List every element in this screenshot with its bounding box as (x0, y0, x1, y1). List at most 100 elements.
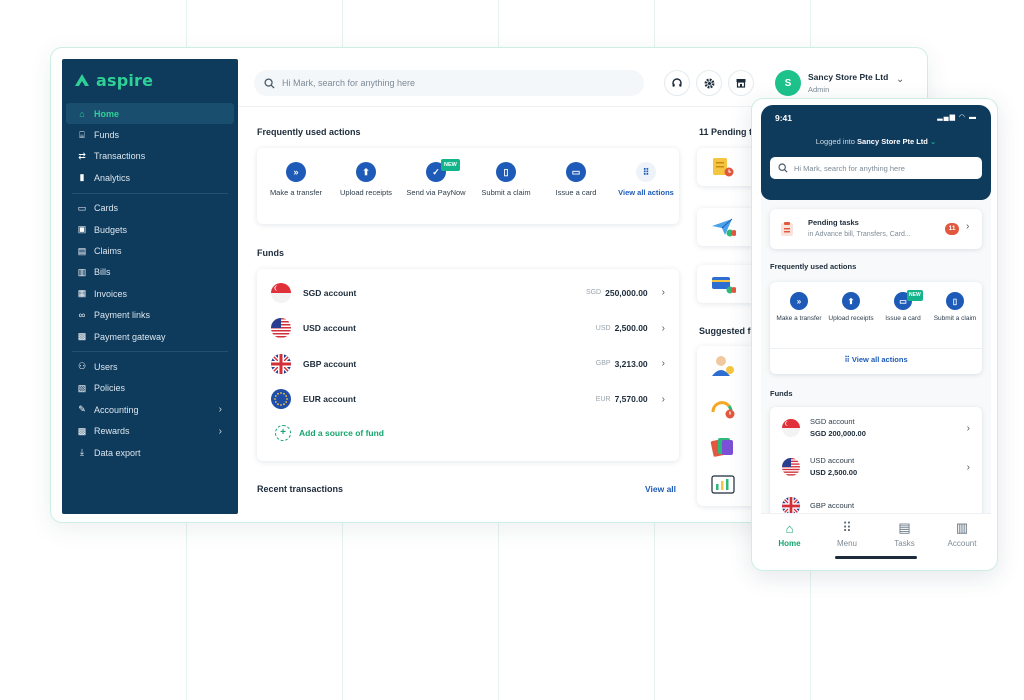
actions-title: Frequently used actions (257, 127, 361, 137)
wallet-icon: ▣ (77, 224, 87, 235)
sidebar-item-rewards[interactable]: ▩ Rewards › (66, 420, 234, 441)
user-role: Admin (808, 85, 830, 94)
search-icon (264, 77, 275, 89)
tab-label: Home (778, 539, 801, 548)
chevron-down-icon[interactable]: ⌄ (896, 74, 904, 85)
logged-prefix: Logged into (815, 137, 855, 146)
fund-row-gbp[interactable]: GBP account GBP 3,213.00 › (271, 346, 665, 381)
sidebar-item-label: Policies (94, 383, 126, 394)
tab-account[interactable]: ▥ Account (934, 520, 991, 548)
pending-task-card[interactable] (697, 148, 757, 186)
sidebar-item-label: Budgets (94, 224, 128, 235)
view-all-transactions-link[interactable]: View all (645, 484, 676, 494)
tasks-icon: ▤ (898, 520, 911, 535)
tab-home[interactable]: ⌂ Home (761, 520, 818, 549)
fund-row-usd[interactable]: USD account USD 2,500.00 › (271, 311, 665, 346)
bar-chart-icon: ▮ (79, 172, 85, 183)
mobile-action-make-a-transfer[interactable]: » Make a transfer (774, 292, 824, 323)
pending-tasks-card[interactable]: Pending tasks in Advance bill, Transfers… (770, 209, 982, 249)
fund-currency: SGD (585, 289, 602, 296)
sidebar-item-users[interactable]: ⚇ Users (66, 356, 234, 377)
logo[interactable]: aspire (74, 71, 153, 90)
mobile-actions-card: ⠿ View all actions » Make a transfer ⬆ Uplo… (770, 282, 982, 374)
tab-menu[interactable]: ⠿ Menu (819, 520, 876, 548)
store-icon (736, 79, 746, 88)
mobile-fund-row[interactable]: SGD account SGD 200,000.00 › (782, 409, 970, 447)
action-make-a-transfer[interactable]: » Make a transfer (265, 162, 327, 198)
suggested-card (697, 346, 757, 506)
action-label: Make a transfer (269, 188, 323, 197)
store-button[interactable] (728, 70, 754, 96)
action-icon: » (790, 292, 808, 310)
sidebar-item-label: Claims (94, 246, 122, 257)
sidebar-item-home[interactable]: ⌂ Home (66, 103, 234, 125)
settings-button[interactable] (696, 70, 722, 96)
action-send-via-paynow[interactable]: ✓ NEW Send via PayNow (405, 159, 467, 198)
nav-divider (72, 351, 228, 353)
actions-card: » Make a transfer ⬆ Upload receipts ✓ NEW Send… (257, 148, 679, 224)
fund-row-sgd[interactable]: SGD account SGD 250,000.00 › (271, 275, 665, 310)
sidebar-item-label: Rewards (94, 426, 130, 437)
support-button[interactable] (664, 70, 690, 96)
action-label: Upload receipts (339, 188, 393, 197)
sidebar-item-transactions[interactable]: ⇄ Transactions (66, 146, 234, 167)
mobile-search-input[interactable]: Hi Mark, search for anything here (770, 157, 982, 179)
cards-stack-icon (710, 438, 733, 457)
action-view-all-actions[interactable]: ⠿ View all actions (615, 162, 677, 198)
company-name[interactable]: Sancy Store Pte Ltd (808, 72, 888, 82)
sidebar-item-budgets[interactable]: ▣ Budgets (66, 219, 234, 240)
fund-account-name: GBP account (303, 358, 357, 369)
action-label: Issue a card (885, 315, 921, 322)
gear-icon (704, 78, 714, 88)
search-input[interactable]: Hi Mark, search for anything here (254, 70, 644, 96)
avatar[interactable]: S (775, 70, 801, 96)
policy-icon: ▧ (77, 382, 87, 393)
sidebar-item-payment-links[interactable]: ∞ Payment links (66, 305, 234, 326)
fund-currency: EUR (595, 395, 611, 403)
sidebar-item-bills[interactable]: ▥ Bills (66, 262, 234, 283)
gateway-icon: ▩ (77, 331, 87, 342)
pending-task-card[interactable] (697, 208, 757, 246)
sidebar-item-policies[interactable]: ▧ Policies (66, 378, 234, 399)
action-submit-a-claim[interactable]: ▯ Submit a claim (475, 162, 537, 198)
tab-label: Tasks (894, 539, 915, 548)
sidebar-item-analytics[interactable]: ▮ Analytics (66, 167, 234, 188)
sidebar-item-accounting[interactable]: ✎ Accounting › (66, 399, 234, 420)
mobile-fund-row[interactable]: USD account USD 2,500.00 › (782, 448, 970, 486)
chevron-right-icon: › (661, 358, 665, 369)
fund-row-eur[interactable]: EUR account EUR 7,570.00 › (271, 382, 665, 417)
sidebar-item-label: Payment links (94, 310, 151, 321)
mobile-funds-card: SGD account SGD 200,000.00 › USD account USD… (770, 407, 982, 527)
tab-tasks[interactable]: ▤ Tasks (876, 520, 933, 548)
sidebar-item-cards[interactable]: ▭ Cards (66, 198, 234, 219)
action-label: Upload receipts (828, 315, 874, 322)
sidebar-item-label: Funds (94, 130, 120, 141)
action-upload-receipts[interactable]: ⬆ Upload receipts (335, 162, 397, 198)
mobile-action-issue-a-card[interactable]: ▭ NEW Issue a card (878, 290, 928, 323)
action-label: Submit a claim (481, 188, 531, 197)
tab-label: Account (947, 539, 977, 548)
fund-currency: USD (595, 324, 611, 332)
logged-in-switcher[interactable]: Logged into Sancy Store Pte Ltd ⌄ (761, 137, 991, 146)
view-all-actions-link[interactable]: ⠿ View all actions (770, 355, 982, 364)
sidebar-item-claims[interactable]: ▤ Claims (66, 240, 234, 261)
home-indicator (835, 556, 917, 559)
mobile-action-upload-receipts[interactable]: ⬆ Upload receipts (826, 292, 876, 323)
action-label: Submit a claim (933, 315, 977, 322)
sidebar-item-payment-gateway[interactable]: ▩ Payment gateway (66, 326, 234, 347)
sidebar-item-data-export[interactable]: ⤓ Data export (66, 442, 234, 463)
mobile-action-submit-a-claim[interactable]: ▯ Submit a claim (930, 292, 980, 323)
home-icon: ⌂ (79, 108, 85, 119)
nav-divider (72, 192, 228, 194)
sg-flag-icon (782, 419, 800, 437)
analytics-chart-icon (711, 475, 735, 494)
action-issue-a-card[interactable]: ▭ Issue a card (545, 162, 607, 198)
plus-icon: + (275, 425, 291, 441)
bill-icon: ▥ (77, 266, 87, 277)
chevron-down-icon: ⌄ (929, 137, 937, 146)
sidebar-item-invoices[interactable]: ▦ Invoices (66, 283, 234, 304)
add-fund-source-link[interactable]: + Add a source of fund (275, 425, 384, 441)
sidebar-item-funds[interactable]: ⌸ Funds (66, 124, 234, 145)
sidebar-item-label: Payment gateway (94, 331, 166, 342)
pending-task-card[interactable] (697, 265, 757, 303)
